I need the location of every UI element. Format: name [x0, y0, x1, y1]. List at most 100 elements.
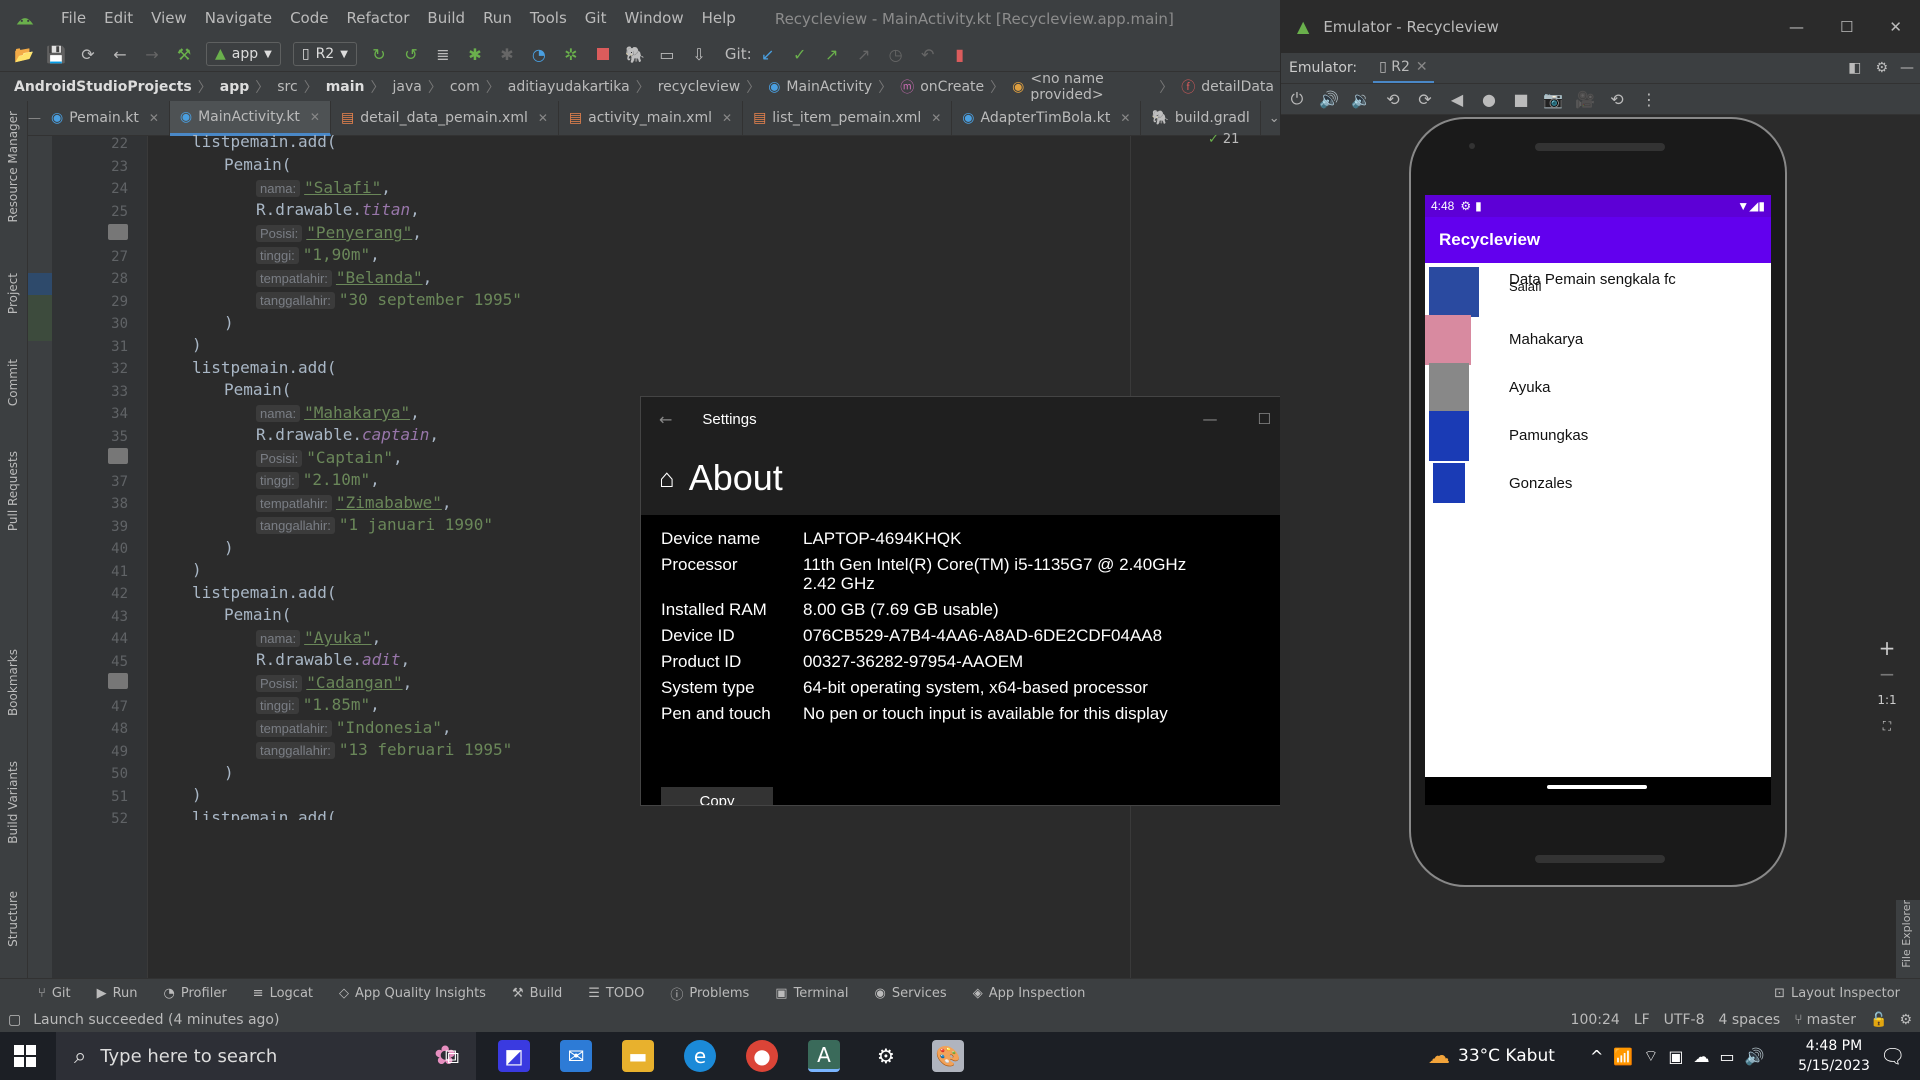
rollback-icon[interactable]: ↶ — [918, 44, 938, 64]
menu-code[interactable]: Code — [281, 0, 337, 37]
breadcrumb-item[interactable]: src — [277, 79, 297, 95]
volume-up-icon[interactable]: 🔊 — [1319, 89, 1339, 109]
menu-file[interactable]: File — [52, 0, 95, 37]
close-icon[interactable]: ✕ — [1120, 111, 1130, 125]
meet-now-icon[interactable]: ▣ — [1668, 1047, 1683, 1066]
wifi-icon[interactable]: ⌔ — [1643, 1046, 1658, 1066]
tab-mainactivity-kt[interactable]: ◉ MainActivity.kt ✕ — [169, 100, 331, 136]
hammer-icon[interactable]: ⚒ — [174, 44, 194, 64]
list-icon[interactable]: ≣ — [433, 44, 453, 64]
layout-icon[interactable]: ◧ — [1848, 60, 1861, 76]
menu-tools[interactable]: Tools — [521, 0, 576, 37]
apply-changes-icon[interactable]: ↺ — [401, 44, 421, 64]
project-tab[interactable]: Project — [6, 273, 20, 314]
line-separator[interactable]: LF — [1634, 1012, 1650, 1028]
profile-icon[interactable]: ◔ — [529, 44, 549, 64]
android-studio-app-icon[interactable]: A — [808, 1040, 840, 1072]
gear-icon[interactable]: ⚙ — [1875, 60, 1888, 76]
breadcrumb-item[interactable]: main — [326, 79, 365, 95]
mail-app-icon[interactable]: ✉ — [560, 1040, 592, 1072]
overview-icon[interactable]: ■ — [1511, 89, 1531, 109]
app-inspection-tool-button[interactable]: ◈ App Inspection — [973, 986, 1086, 1001]
services-tool-button[interactable]: ◉ Services — [875, 986, 947, 1001]
layout-inspector-button[interactable]: ⊡ Layout Inspector — [1774, 986, 1900, 1001]
tab-list-item-pemain-xml[interactable]: ▤ list_item_pemain.xml ✕ — [743, 100, 953, 136]
status-toggle-icon[interactable]: ▢ — [8, 1012, 21, 1028]
zoom-out-icon[interactable]: − — [1873, 661, 1901, 687]
tab-pemain-kt[interactable]: ◉ Pemain.kt ✕ — [41, 100, 170, 136]
breadcrumb-item[interactable]: aditiayudakartika — [508, 79, 630, 95]
status-message[interactable]: Launch succeeded (4 minutes ago) — [33, 1012, 279, 1028]
visual-studio-app-icon[interactable]: ◩ — [498, 1040, 530, 1072]
taskbar-clock[interactable]: 4:48 PM 5/15/2023 — [1796, 1036, 1872, 1076]
zoom-in-icon[interactable]: + — [1873, 635, 1901, 661]
breadcrumb-item[interactable]: app — [220, 79, 250, 95]
menu-run[interactable]: Run — [474, 0, 521, 37]
back-arrow-icon[interactable]: ← — [110, 44, 130, 64]
app-quality-tool-button[interactable]: ◇ App Quality Insights — [339, 986, 486, 1001]
bug-icon[interactable]: ✲ — [561, 44, 581, 64]
task-view-icon[interactable]: ⧉ — [436, 1040, 468, 1072]
hide-icon[interactable]: — — [1900, 60, 1914, 76]
menu-help[interactable]: Help — [693, 0, 745, 37]
problems-tool-button[interactable]: ⓘ Problems — [670, 984, 749, 1003]
avd-icon[interactable]: ▮ — [950, 44, 970, 64]
home-icon[interactable]: ● — [1479, 89, 1499, 109]
copy-button[interactable]: Copy — [661, 787, 773, 805]
close-icon[interactable]: ✕ — [722, 111, 732, 125]
sync-icon[interactable]: ⟳ — [78, 44, 98, 64]
close-icon[interactable]: ✕ — [931, 111, 941, 125]
power-icon[interactable]: ⏻ — [1287, 89, 1307, 109]
tab-adaptertimbola-kt[interactable]: ◉ AdapterTimBola.kt ✕ — [952, 100, 1142, 136]
file-encoding[interactable]: UTF-8 — [1664, 1012, 1705, 1028]
gesture-handle[interactable] — [1547, 785, 1647, 789]
tab-device-r2[interactable]: ▯ R2 ✕ — [1373, 53, 1434, 83]
back-arrow-icon[interactable]: ← — [659, 410, 672, 429]
image-resource-icon[interactable] — [108, 224, 128, 240]
weather-widget[interactable]: ☁ 33°C Kabut — [1428, 1032, 1555, 1080]
close-icon[interactable]: ✕ — [538, 111, 548, 125]
close-icon[interactable]: ✕ — [1889, 18, 1902, 36]
breadcrumb-item[interactable]: detailData — [1201, 79, 1274, 95]
list-item[interactable]: Gonzales — [1425, 455, 1771, 513]
git-update-icon[interactable]: ↙ — [758, 44, 778, 64]
minimize-icon[interactable]: — — [1203, 410, 1218, 428]
history-icon[interactable]: ◷ — [886, 44, 906, 64]
file-explorer-tab[interactable]: File Explorer — [1900, 900, 1913, 968]
rerun-icon[interactable]: ↻ — [369, 44, 389, 64]
volume-icon[interactable]: 🔊 — [1745, 1047, 1765, 1066]
run-config-select[interactable]: ▲ app ▼ — [206, 42, 281, 66]
battery-icon[interactable]: ▭ — [1720, 1047, 1735, 1066]
file-explorer-app-icon[interactable]: ▬ — [622, 1040, 654, 1072]
image-resource-icon[interactable] — [108, 673, 128, 689]
debug-icon[interactable]: ✱ — [465, 44, 485, 64]
camera-icon[interactable]: 📷 — [1543, 89, 1563, 109]
structure-tab[interactable]: Structure — [6, 891, 20, 947]
minimize-icon[interactable]: — — [1789, 18, 1804, 36]
commit-tab[interactable]: Commit — [6, 359, 20, 406]
menu-git[interactable]: Git — [576, 0, 616, 37]
indent-setting[interactable]: 4 spaces — [1718, 1012, 1780, 1028]
device-manager-icon[interactable]: ▭ — [657, 44, 677, 64]
chrome-browser-icon[interactable]: ● — [746, 1040, 778, 1072]
logcat-tool-button[interactable]: ≡ Logcat — [253, 986, 313, 1001]
caret-position[interactable]: 100:24 — [1571, 1012, 1620, 1028]
tab-detail-data-pemain-xml[interactable]: ▤ detail_data_pemain.xml ✕ — [331, 100, 559, 136]
zoom-actual-size-button[interactable]: 1:1 — [1873, 687, 1901, 713]
inspection-widget[interactable]: ✓ 21 — [1208, 132, 1239, 147]
device-select[interactable]: ▯ R2 ▼ — [292, 42, 357, 66]
breadcrumb-item[interactable]: onCreate — [920, 79, 984, 95]
resource-manager-tab[interactable]: Resource Manager — [6, 111, 20, 222]
rotate-left-icon[interactable]: ⟲ — [1383, 89, 1403, 109]
volume-down-icon[interactable]: 🔉 — [1351, 89, 1371, 109]
onedrive-icon[interactable]: ☁ — [1694, 1047, 1710, 1066]
gradle-sync-icon[interactable]: 🐘 — [625, 44, 645, 64]
git-push-icon[interactable]: ↗ — [822, 44, 842, 64]
fit-screen-icon[interactable]: ⛶ — [1873, 713, 1901, 739]
forward-arrow-icon[interactable]: → — [142, 44, 162, 64]
back-icon[interactable]: ◀ — [1447, 89, 1467, 109]
more-icon[interactable]: ⋮ — [1639, 89, 1659, 109]
breadcrumb-item[interactable]: AndroidStudioProjects — [14, 79, 192, 95]
stop-icon[interactable] — [593, 44, 613, 64]
git-pull-icon[interactable]: ↗ — [854, 44, 874, 64]
